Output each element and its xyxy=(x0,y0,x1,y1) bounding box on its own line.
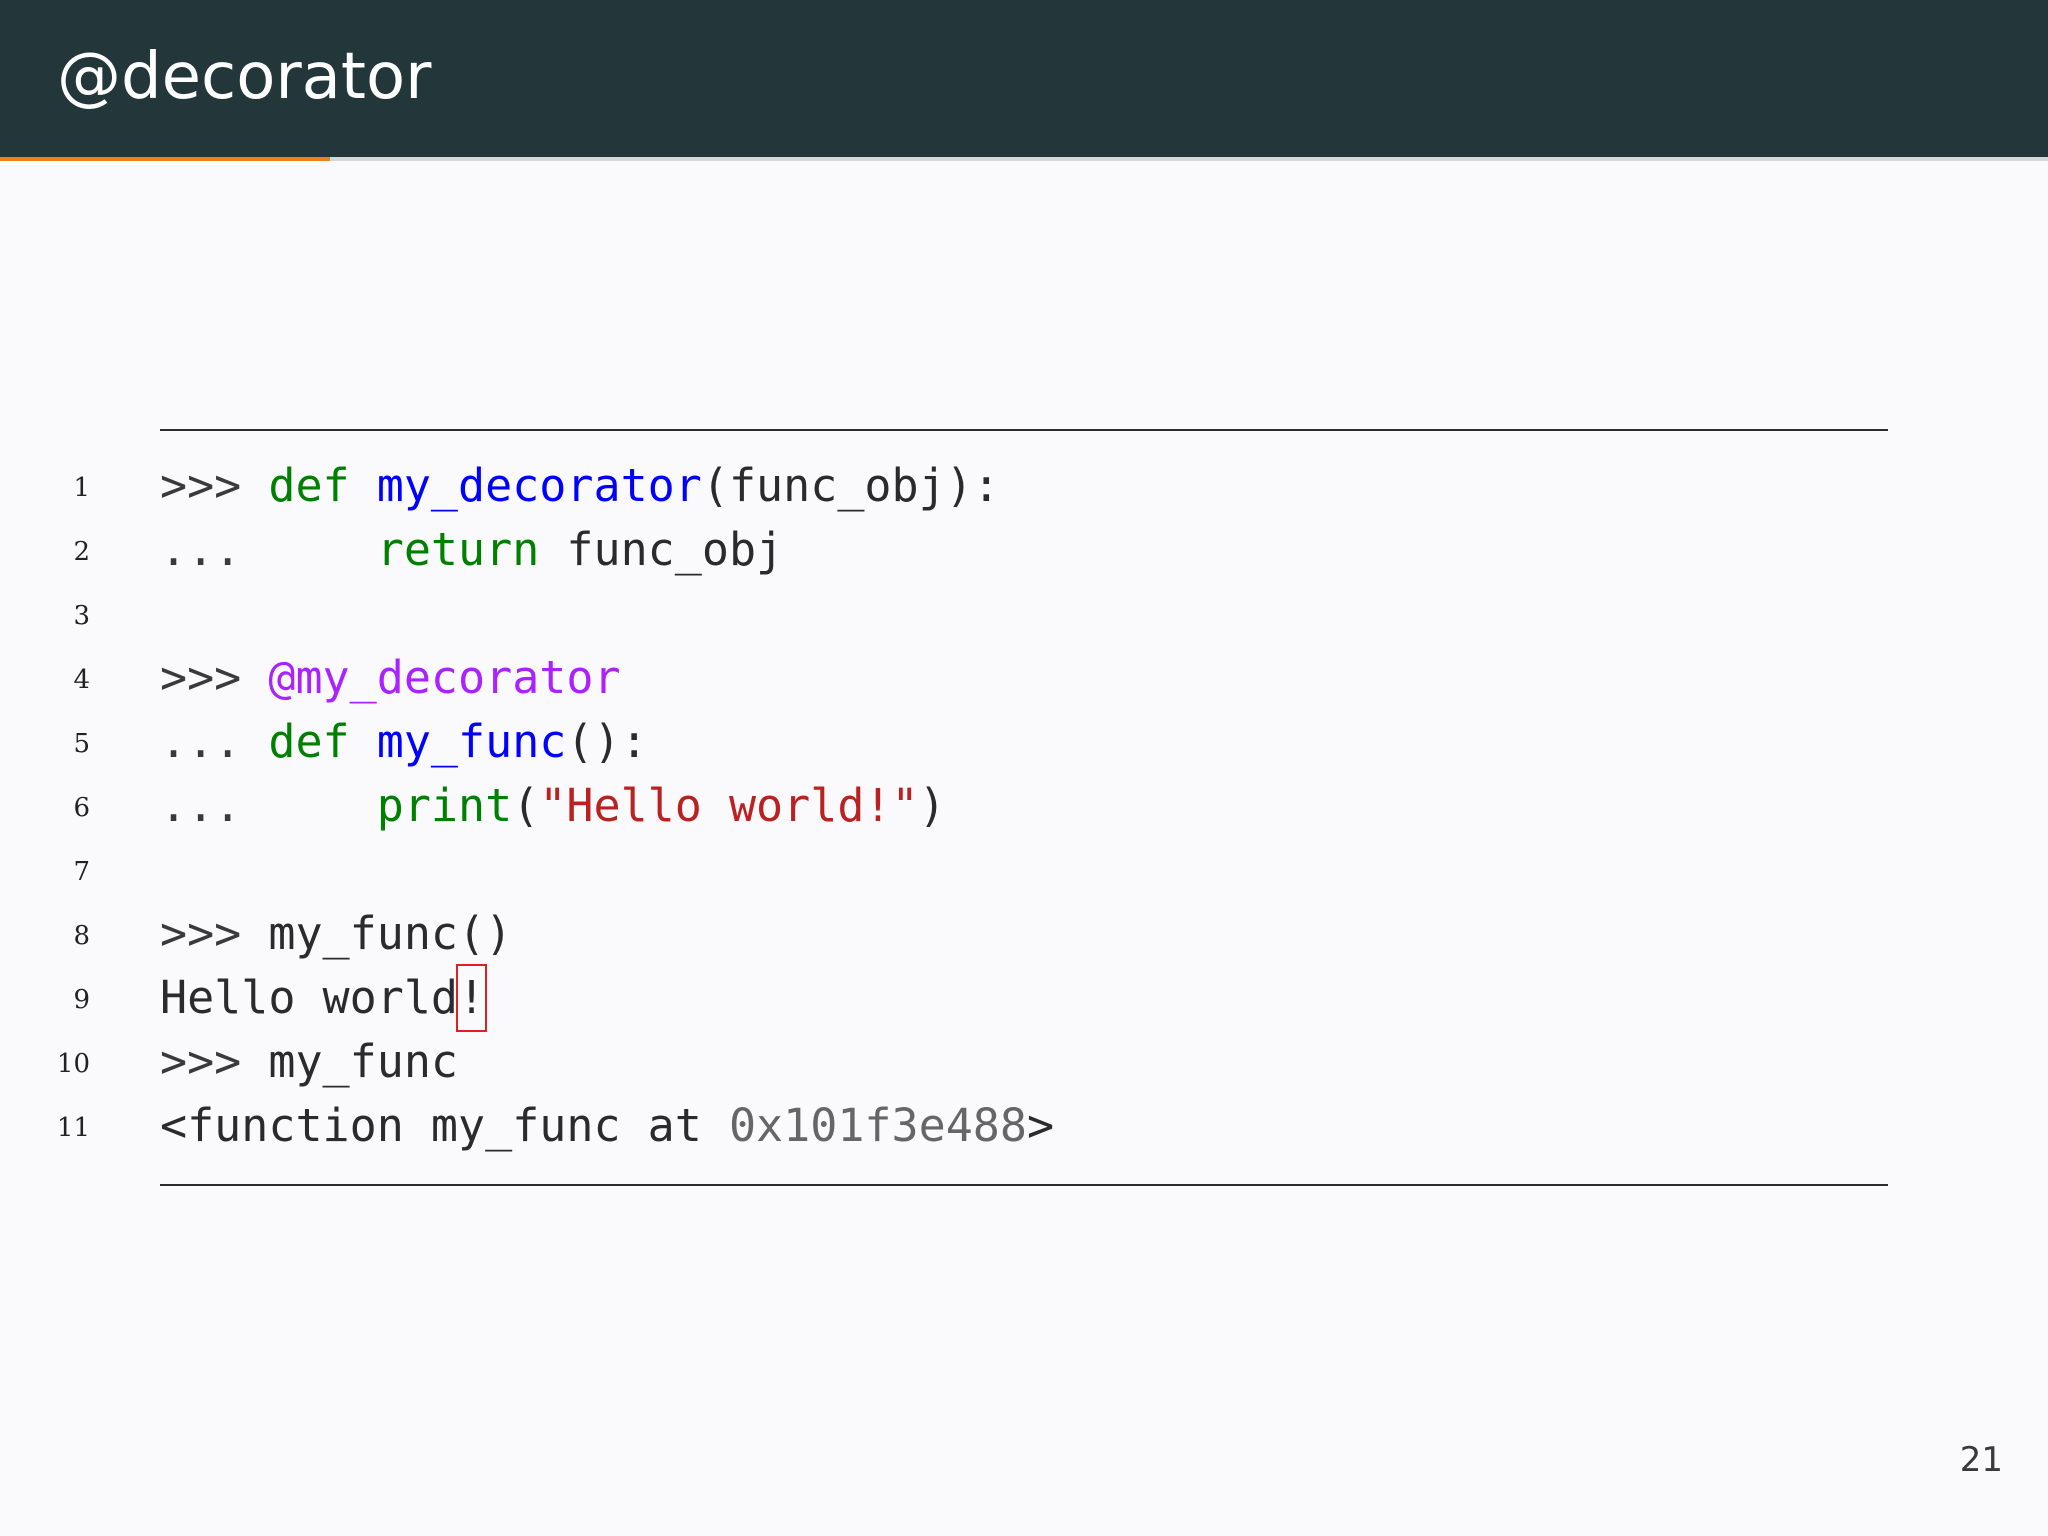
code-line: 7 xyxy=(0,838,2048,902)
progress-bar-fill xyxy=(0,157,330,161)
code-token: 0x101f3e488 xyxy=(728,1099,1027,1152)
line-number: 7 xyxy=(73,857,90,887)
line-number: 10 xyxy=(56,1049,90,1079)
line-number: 5 xyxy=(73,729,90,759)
code-line: 1 >>> def my_decorator(func_obj): xyxy=(0,454,2048,518)
line-number: 4 xyxy=(73,665,90,695)
line-code: >>> @my_decorator xyxy=(160,646,621,710)
line-code: >>> def my_decorator(func_obj): xyxy=(160,454,1000,518)
page-number: 21 xyxy=(1959,1440,2003,1480)
code-token: my_func() xyxy=(268,907,513,960)
code-bottom-rule xyxy=(160,1184,1888,1186)
line-code: >>> my_func() xyxy=(160,902,512,966)
code-token: Hello world xyxy=(160,971,459,1024)
code-token: "Hello world!" xyxy=(539,779,919,832)
code-token: >>> xyxy=(160,651,269,704)
code-line: 3 xyxy=(0,582,2048,646)
code-token: @my_decorator xyxy=(268,651,621,704)
slide-title: @decorator xyxy=(57,40,432,114)
code-token: print xyxy=(376,779,513,832)
line-number: 6 xyxy=(73,793,90,823)
line-code: >>> my_func xyxy=(160,1030,458,1094)
code-token: > xyxy=(1026,1099,1055,1152)
code-line: 5... def my_func(): xyxy=(0,710,2048,774)
code-token: >>> xyxy=(160,459,269,512)
progress-bar xyxy=(0,157,2048,161)
code-token: my_func xyxy=(268,1035,459,1088)
code-token: ... xyxy=(160,715,269,768)
code-token: ) xyxy=(918,779,946,832)
code-token: <function my_func at xyxy=(160,1099,729,1152)
code-line: 9 Hello world! xyxy=(0,964,2048,1032)
line-code: <function my_func at 0x101f3e488> xyxy=(160,1094,1054,1158)
code-line: 6... print("Hello world!") xyxy=(0,774,2048,838)
code-token: my_func xyxy=(376,715,567,768)
line-number: 3 xyxy=(73,601,90,631)
code-token: def xyxy=(268,715,350,768)
code-token: (): xyxy=(566,715,648,768)
line-code: Hello world! xyxy=(160,964,488,1032)
code-token: (func_obj): xyxy=(701,459,1000,512)
code-token: return xyxy=(376,523,540,576)
line-code: ... return func_obj xyxy=(160,518,783,582)
line-number: 9 xyxy=(73,985,90,1015)
title-bar: @decorator xyxy=(0,0,2048,157)
code-token: >>> xyxy=(160,1035,269,1088)
line-code: ... print("Hello world!") xyxy=(160,774,946,838)
code-listing: 1 >>> def my_decorator(func_obj): 2... ret… xyxy=(0,454,2048,1158)
code-token: my_decorator xyxy=(376,459,702,512)
highlighted-token: ! xyxy=(456,964,488,1032)
code-line: 4 >>> @my_decorator xyxy=(0,646,2048,710)
line-number: 11 xyxy=(56,1113,90,1143)
code-top-rule xyxy=(160,429,1888,431)
code-token: ... xyxy=(160,523,377,576)
code-line: 10 >>> my_func xyxy=(0,1030,2048,1094)
code-token: ( xyxy=(512,779,540,832)
code-token: func_obj xyxy=(539,523,784,576)
code-token: ... xyxy=(160,779,377,832)
line-number: 1 xyxy=(73,473,90,503)
line-code: ... def my_func(): xyxy=(160,710,648,774)
line-number: 2 xyxy=(73,537,90,567)
code-line: 11 <function my_func at 0x101f3e488> xyxy=(0,1094,2048,1158)
code-token: def xyxy=(268,459,350,512)
code-line: 8 >>> my_func() xyxy=(0,902,2048,966)
code-token: >>> xyxy=(160,907,269,960)
code-line: 2... return func_obj xyxy=(0,518,2048,582)
line-number: 8 xyxy=(73,921,90,951)
